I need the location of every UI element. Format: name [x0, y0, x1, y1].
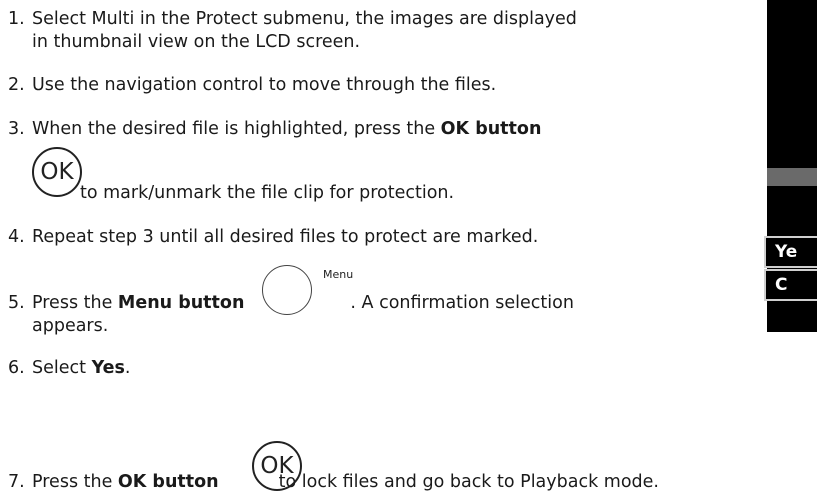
step-6: 6. Select Yes.	[8, 358, 131, 378]
step-1-continued: in thumbnail view on the LCD screen.	[32, 32, 361, 52]
step-text: When the desired file is highlighted, pr…	[32, 119, 441, 139]
lcd-cancel-option: C	[764, 269, 817, 301]
step-text: Repeat step 3 until all desired files to…	[32, 227, 539, 247]
menu-button-icon	[262, 265, 312, 315]
step-text: Select Multi in the Protect submenu, the…	[32, 9, 577, 29]
step-text: Select	[32, 358, 92, 378]
step-number: 2.	[8, 75, 25, 95]
menu-button-label: Menu button	[117, 293, 245, 313]
step-text-suffix: . A confirmation selection	[350, 293, 574, 313]
step-text-suffix: to lock files and go back to Playback mo…	[278, 472, 659, 492]
ok-button-label: OK button	[117, 472, 219, 492]
step-text: Press the	[32, 472, 118, 492]
ok-button-icon: OK	[32, 147, 82, 197]
step-3: 3. When the desired file is highlighted, …	[8, 118, 541, 141]
step-3-continued: to mark/unmark the file clip for protect…	[80, 183, 455, 203]
step-number: 4.	[8, 227, 25, 247]
step-4: 4. Repeat step 3 until all desired files …	[8, 226, 538, 249]
menu-icon-label: Menu	[323, 268, 354, 281]
step-2: 2. Use the navigation control to move thr…	[8, 74, 496, 97]
ok-button-label: OK button	[440, 119, 542, 139]
yes-label: Yes	[91, 358, 125, 378]
step-1: 1. Select Multi in the Protect submenu, t…	[8, 8, 577, 31]
step-number: 7.	[8, 472, 25, 492]
step-number: 3.	[8, 119, 25, 139]
step-text: Use the navigation control to move throu…	[32, 75, 497, 95]
lcd-title-bar	[767, 168, 817, 186]
step-5-continued: appears.	[32, 316, 109, 336]
step-7: 7. Press the OK button to lock files and g…	[8, 471, 659, 494]
step-text: Press the	[32, 293, 118, 313]
step-number: 6.	[8, 358, 25, 378]
step-number: 1.	[8, 9, 25, 29]
lcd-yes-option: Ye	[764, 236, 817, 268]
step-number: 5.	[8, 293, 25, 313]
